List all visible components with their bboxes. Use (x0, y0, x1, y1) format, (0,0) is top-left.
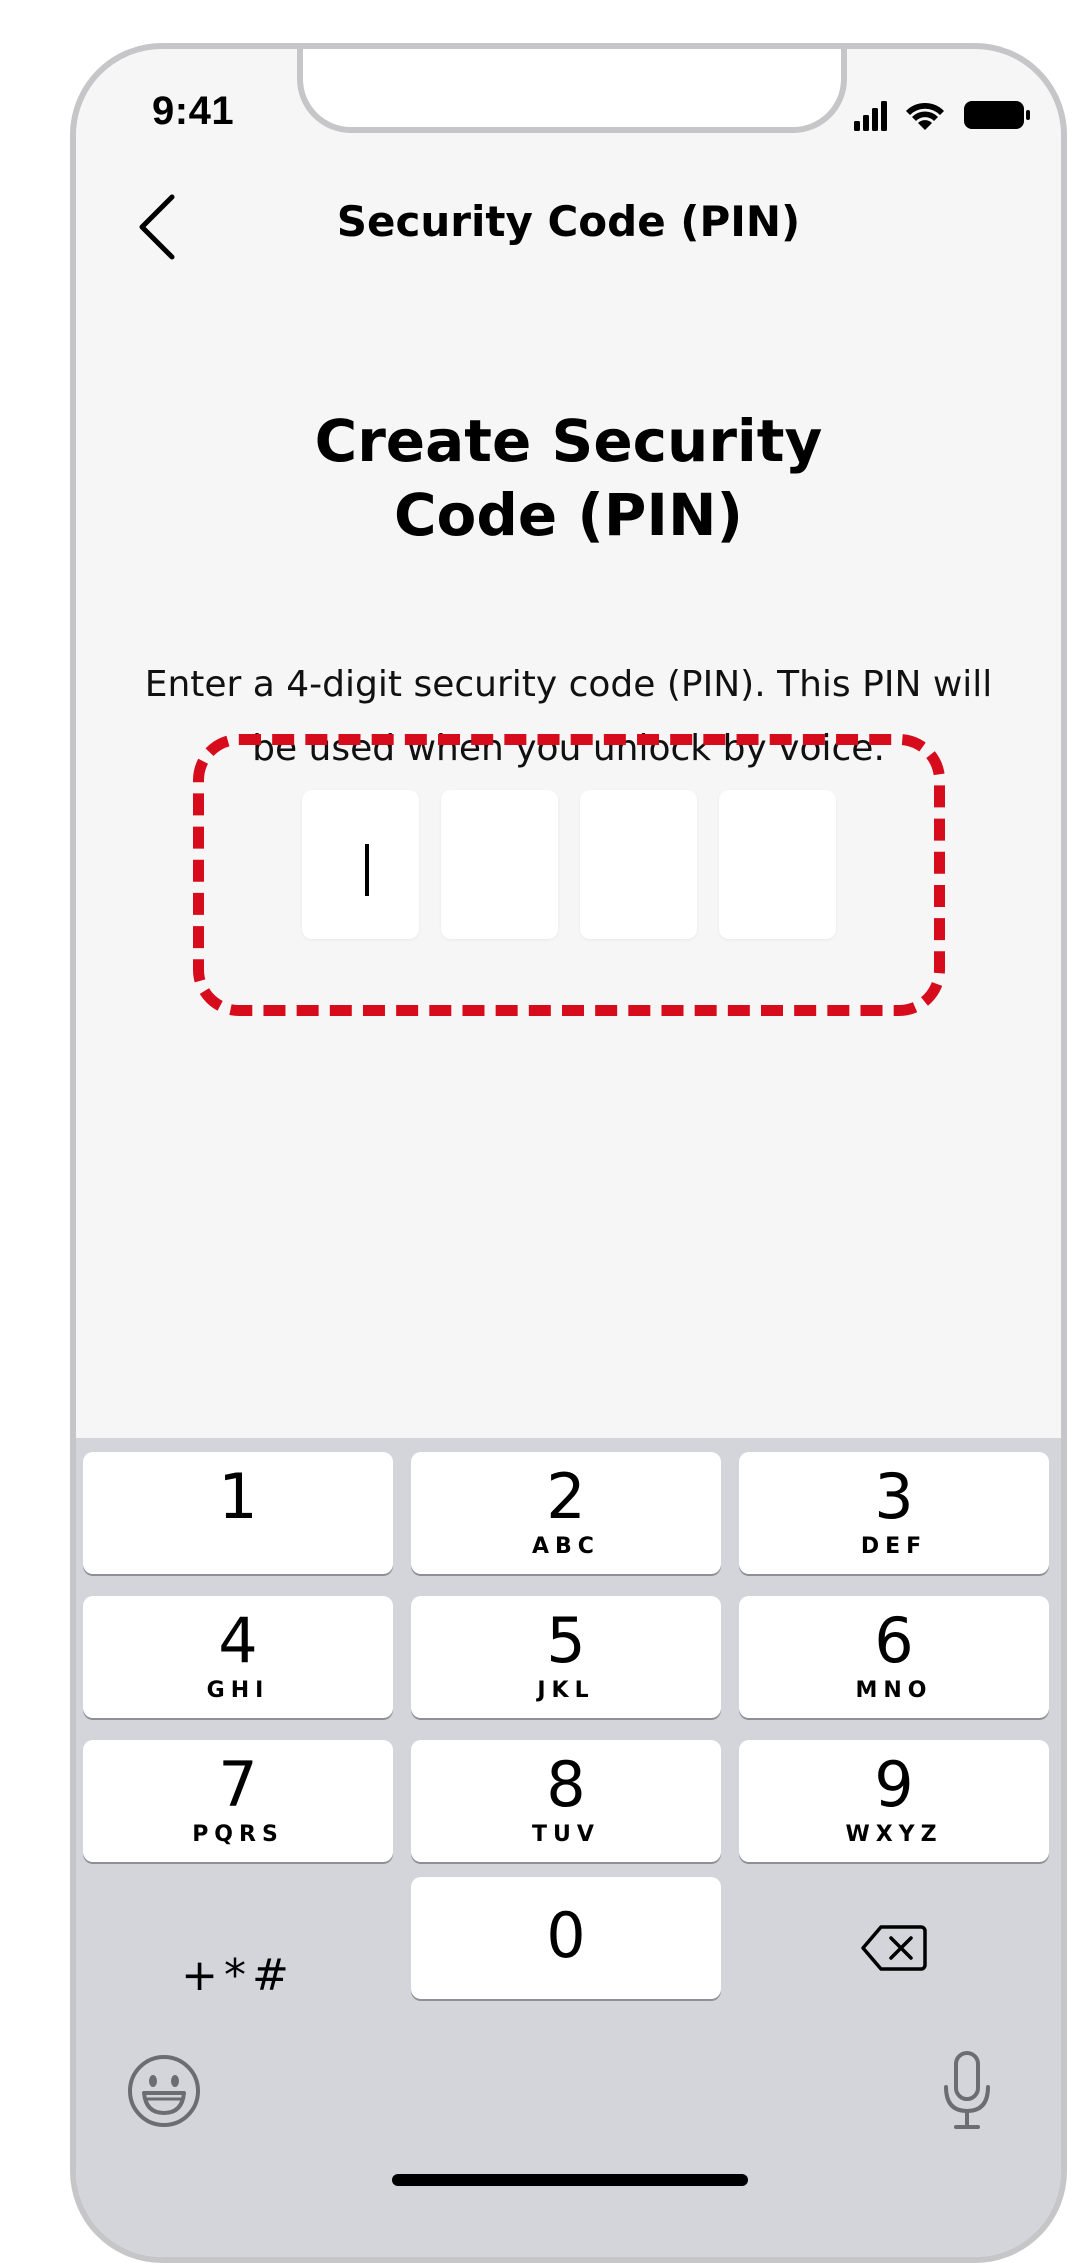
microphone-button[interactable] (942, 2049, 992, 2133)
key-digit: 8 (546, 1748, 586, 1821)
emoji-icon (128, 2055, 200, 2127)
pin-digit-1[interactable] (302, 790, 419, 939)
key-letters: TUV (532, 1822, 600, 1847)
wifi-icon (906, 102, 944, 130)
key-8[interactable]: 8 TUV (411, 1740, 721, 1862)
key-digit: 7 (218, 1748, 258, 1821)
key-letters: JKL (537, 1678, 595, 1703)
text-caret (365, 844, 369, 896)
pin-digit-3[interactable] (580, 790, 697, 939)
key-letters: WXYZ (845, 1822, 943, 1847)
key-letters: MNO (855, 1678, 933, 1703)
page-heading: Create Security Code (PIN) (314, 407, 823, 549)
key-3[interactable]: 3 DEF (739, 1452, 1049, 1574)
key-digit: 1 (218, 1460, 258, 1533)
key-1[interactable]: 1 (83, 1452, 393, 1574)
home-indicator (392, 2174, 748, 2186)
key-letters: PQRS (192, 1822, 284, 1847)
device-notch (297, 49, 847, 133)
key-5[interactable]: 5 JKL (411, 1596, 721, 1718)
status-time: 9:41 (152, 89, 235, 133)
key-9[interactable]: 9 WXYZ (739, 1740, 1049, 1862)
pin-digit-2[interactable] (441, 790, 558, 939)
key-7[interactable]: 7 PQRS (83, 1740, 393, 1862)
key-digit: 4 (218, 1604, 258, 1677)
key-6[interactable]: 6 MNO (739, 1596, 1049, 1718)
key-symbols[interactable]: +*# (83, 1915, 393, 2037)
key-letters: ABC (532, 1534, 600, 1559)
pin-input-group (302, 790, 836, 939)
backspace-icon (861, 1925, 927, 1971)
phone-frame: 9:41 Security Code (PIN) Create Security… (70, 43, 1067, 2263)
key-letters: GHI (206, 1678, 270, 1703)
key-digit: 3 (874, 1460, 914, 1533)
emoji-button[interactable] (126, 2053, 202, 2129)
key-digit: 2 (546, 1460, 586, 1533)
key-0[interactable]: 0 (411, 1877, 721, 1999)
cellular-signal-icon (854, 101, 887, 131)
key-digit: 9 (874, 1748, 914, 1821)
key-4[interactable]: 4 GHI (83, 1596, 393, 1718)
key-digit: 5 (546, 1604, 586, 1677)
nav-title: Security Code (PIN) (336, 197, 801, 246)
delete-button[interactable] (739, 1915, 1049, 2037)
battery-icon (964, 101, 1030, 129)
status-icons (852, 95, 1032, 135)
key-digit: 6 (874, 1604, 914, 1677)
pin-digit-4[interactable] (719, 790, 836, 939)
key-letters: DEF (860, 1534, 928, 1559)
microphone-icon (944, 2051, 990, 2129)
key-digit: 0 (546, 1899, 586, 1972)
symbols-label: +*# (181, 1950, 295, 2001)
key-2[interactable]: 2 ABC (411, 1452, 721, 1574)
